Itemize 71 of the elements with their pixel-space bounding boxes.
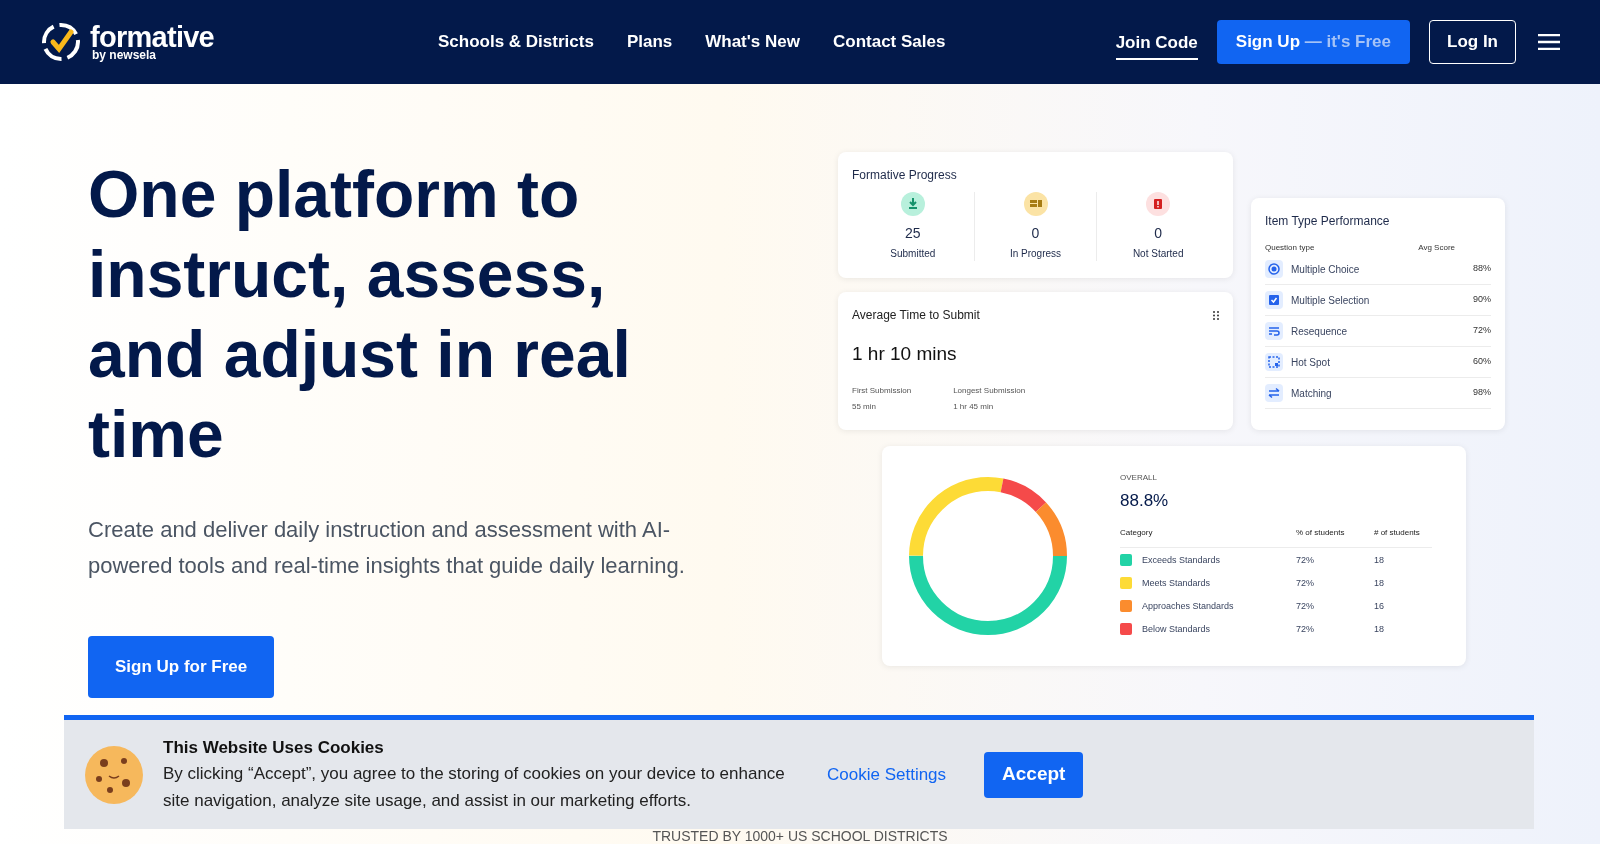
stat-label: Submitted — [890, 247, 936, 261]
nav-link[interactable]: Schools & Districts — [438, 29, 594, 55]
cookie-icon — [84, 744, 144, 805]
dashed-square-icon — [1265, 353, 1283, 371]
stat-value: 0 — [1154, 224, 1163, 243]
number-of-students: 18 — [1374, 576, 1384, 590]
swap-arrows-icon — [1265, 384, 1283, 402]
log-in-button[interactable]: Log In — [1429, 20, 1516, 64]
overall-value: 88.8% — [1120, 489, 1170, 512]
card-title: Formative Progress — [852, 167, 958, 184]
question-type: Resequence — [1291, 324, 1348, 339]
percent-of-students: 72% — [1296, 622, 1315, 636]
radio-icon — [1265, 260, 1283, 278]
column-header: Category — [1120, 527, 1154, 540]
number-of-students: 16 — [1374, 599, 1384, 613]
stat-label: Not Started — [1132, 247, 1184, 261]
detail-value: 1 hr 45 min — [953, 400, 995, 413]
avg-score: 98% — [1473, 386, 1491, 400]
category-name: Approaches Standards — [1142, 599, 1235, 613]
logo-icon — [40, 21, 82, 63]
cookie-settings-link[interactable]: Cookie Settings — [827, 761, 947, 788]
avg-score: 72% — [1473, 324, 1491, 338]
question-type: Hot Spot — [1291, 355, 1330, 370]
category-name: Below Standards — [1142, 622, 1212, 636]
menu-icon[interactable] — [1538, 34, 1560, 50]
nav-link[interactable]: Contact Sales — [832, 29, 946, 55]
clipboard-alert-icon — [1146, 192, 1171, 216]
accept-button[interactable]: Accept — [984, 751, 1084, 798]
detail-value: 55 min — [852, 400, 877, 413]
join-code-link[interactable]: Join Code — [1115, 29, 1198, 61]
stat-value: 0 — [1031, 224, 1040, 243]
lines-icon — [1265, 322, 1283, 340]
trusted-caption: TRUSTED BY 1000+ US SCHOOL DISTRICTS — [651, 829, 949, 844]
category-name: Exceeds Standards — [1142, 553, 1222, 567]
stat-label: In Progress — [1009, 247, 1062, 261]
sign-up-button[interactable]: Sign Up — it's Free — [1216, 20, 1410, 64]
stat-value: 25 — [905, 224, 921, 243]
drag-handle-icon — [1213, 310, 1219, 320]
column-header: Question type — [1265, 242, 1315, 254]
hero-headline: One platform to instruct, assess, and adjust in real time — [88, 156, 632, 473]
column-header: % of students — [1296, 527, 1346, 540]
overall-label: OVERALL — [1120, 471, 1158, 484]
question-type: Multiple Selection — [1291, 293, 1370, 308]
number-of-students: 18 — [1374, 553, 1384, 567]
detail-label: Longest Submission — [953, 384, 1026, 397]
question-type: Matching — [1291, 386, 1332, 401]
avg-score: 90% — [1473, 293, 1491, 307]
avg-score: 60% — [1473, 355, 1491, 369]
detail-label: First Submission — [852, 384, 912, 397]
checkbox-icon — [1265, 291, 1283, 309]
question-type: Multiple Choice — [1291, 262, 1360, 277]
hero-subtitle: Create and deliver daily instruction and assessment with AI-powered tools and real-time insights that guide daily learning. — [88, 516, 686, 580]
column-header: Avg Score — [1418, 242, 1455, 254]
card-title: Average Time to Submit — [852, 307, 980, 324]
sign-up-free-button[interactable]: Sign Up for Free — [88, 636, 275, 698]
percent-of-students: 72% — [1296, 553, 1315, 567]
cookie-title: This Website Uses Cookies — [163, 736, 385, 759]
nav-link[interactable]: What's New — [705, 29, 800, 55]
cookie-message: By clicking “Accept”, you agree to the storing of cookies on your device to enhance site navigation, analyze site usage, and assist in our marketing efforts. — [163, 763, 786, 813]
category-name: Meets Standards — [1142, 576, 1212, 590]
download-icon — [900, 192, 925, 216]
avg-score: 88% — [1473, 262, 1491, 276]
percent-of-students: 72% — [1296, 599, 1315, 613]
cards-icon — [1023, 192, 1048, 216]
column-header: # of students — [1374, 527, 1420, 540]
time-value: 1 hr 10 mins — [852, 342, 958, 366]
logo-tagline: by newsela — [92, 49, 158, 61]
percent-of-students: 72% — [1296, 576, 1315, 590]
card-title: Item Type Performance — [1265, 213, 1391, 230]
number-of-students: 18 — [1374, 622, 1384, 636]
nav-link[interactable]: Plans — [626, 29, 673, 55]
